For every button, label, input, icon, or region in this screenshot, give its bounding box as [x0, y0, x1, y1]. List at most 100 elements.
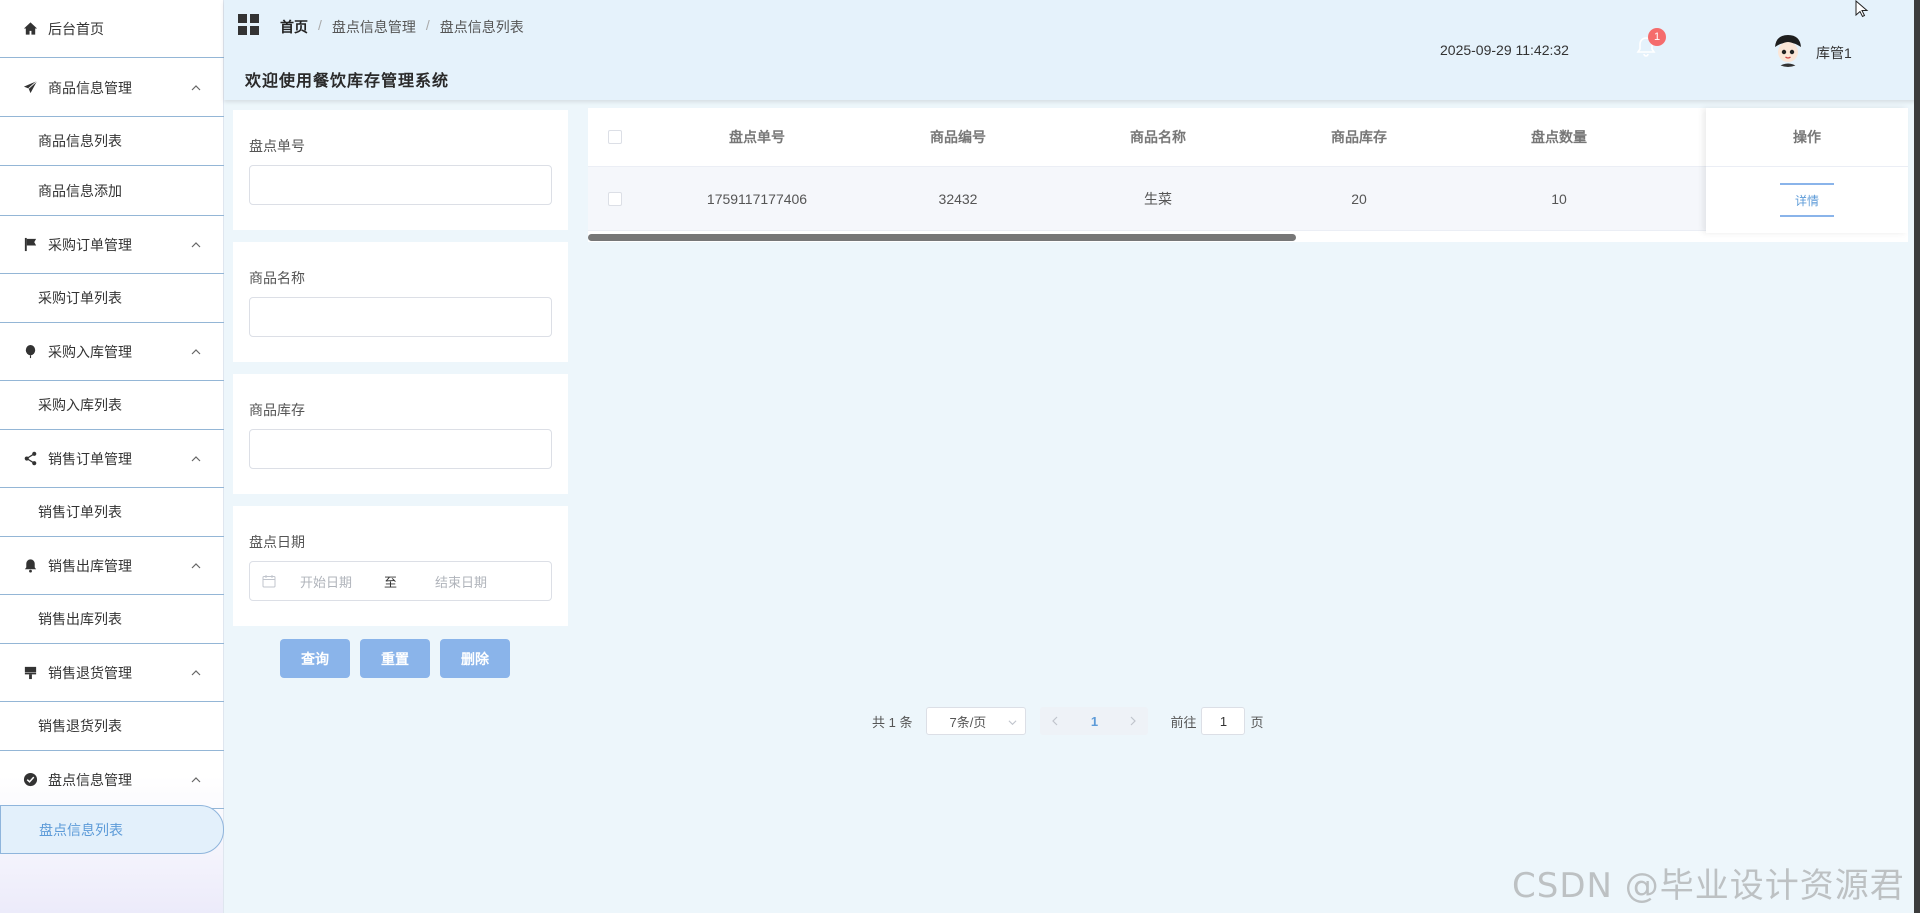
cell-goods-no: 32432 [938, 190, 978, 207]
detail-button[interactable]: 详情 [1780, 183, 1834, 217]
paper-plane-icon [22, 80, 38, 96]
breadcrumb-separator: / [318, 17, 322, 33]
delete-button[interactable]: 删除 [440, 639, 510, 678]
sidebar-group-inventory-check[interactable]: 盘点信息管理 [0, 751, 224, 809]
fixed-operations-column: 操作 详情 [1706, 108, 1908, 233]
row-checkbox[interactable] [608, 192, 622, 206]
field-label: 盘点单号 [249, 138, 305, 154]
chevron-up-icon [191, 776, 201, 782]
chevron-up-icon [191, 348, 201, 354]
reset-button[interactable]: 重置 [360, 639, 430, 678]
sidebar-item-purchase-order-list[interactable]: 采购订单列表 [0, 274, 224, 323]
breadcrumb-home[interactable]: 首页 [280, 17, 308, 37]
notification-badge: 1 [1648, 28, 1666, 46]
sidebar-item-label: 采购订单列表 [38, 290, 122, 306]
goto-page-input[interactable] [1201, 707, 1246, 735]
chevron-up-icon [191, 669, 201, 675]
breadcrumb-item: 盘点信息列表 [439, 19, 524, 35]
goods-name-input[interactable] [249, 297, 552, 337]
menu-toggle-icon[interactable] [238, 14, 260, 36]
sidebar-item-sales-return-list[interactable]: 销售退货列表 [0, 702, 224, 751]
top-header: 首页 / 盘点信息管理 / 盘点信息列表 欢迎使用餐饮库存管理系统 2025-0… [224, 0, 1920, 100]
chevron-down-icon [1008, 720, 1017, 726]
sidebar-item-label: 销售退货列表 [38, 718, 122, 734]
user-name[interactable]: 库管1 [1816, 43, 1852, 63]
sidebar-group-label: 销售订单管理 [48, 450, 132, 467]
inventory-check-table: 盘点单号 商品编号 商品名称 商品库存 盘点数量 1759117177406 3… [588, 108, 1908, 242]
breadcrumb-item: 盘点信息管理 [331, 19, 416, 35]
page-number-current[interactable]: 1 [1091, 714, 1098, 729]
select-all-checkbox[interactable] [608, 130, 622, 144]
home-icon [22, 21, 38, 37]
sidebar: 后台首页 商品信息管理 商品信息列表 商品信息添加 采购订单管理 采购订单列表 … [0, 0, 224, 913]
column-header: 盘点单号 [729, 129, 785, 145]
sidebar-item-sales-out-list[interactable]: 销售出库列表 [0, 595, 224, 644]
start-date-input[interactable]: 开始日期 [300, 572, 352, 591]
column-header: 盘点数量 [1531, 129, 1587, 145]
sidebar-group-purchase-order[interactable]: 采购订单管理 [0, 216, 224, 274]
end-date-input[interactable]: 结束日期 [435, 572, 487, 591]
current-datetime: 2025-09-29 11:42:32 [1440, 42, 1569, 58]
sidebar-group-label: 采购入库管理 [48, 343, 132, 360]
watermark: CSDN @毕业设计资源君 [1512, 866, 1905, 906]
column-header: 操作 [1706, 108, 1908, 167]
field-label: 盘点日期 [249, 534, 305, 550]
breadcrumb-separator: / [425, 17, 430, 33]
sidebar-group-sales-out[interactable]: 销售出库管理 [0, 537, 224, 595]
sidebar-group-label: 商品信息管理 [48, 79, 132, 96]
chevron-up-icon [191, 562, 201, 568]
sidebar-item-goods-add[interactable]: 商品信息添加 [0, 167, 224, 216]
page-size-value: 7条/页 [949, 714, 987, 730]
search-field-stock: 商品库存 [233, 374, 568, 494]
sidebar-group-sales-return[interactable]: 销售退货管理 [0, 644, 224, 702]
page-size-select[interactable]: 7条/页 [926, 707, 1027, 735]
prev-page-icon[interactable] [1050, 716, 1060, 726]
sidebar-group-purchase-in[interactable]: 采购入库管理 [0, 323, 224, 381]
sidebar-item-home[interactable]: 后台首页 [0, 0, 224, 58]
sidebar-item-label: 盘点信息列表 [39, 821, 123, 838]
stock-input[interactable] [249, 429, 552, 469]
chevron-up-icon [191, 84, 201, 90]
sidebar-item-inventory-check-list[interactable]: 盘点信息列表 [0, 805, 224, 854]
sidebar-item-purchase-in-list[interactable]: 采购入库列表 [0, 381, 224, 430]
goto-label: 前往 [1170, 714, 1197, 730]
sidebar-item-goods-list[interactable]: 商品信息列表 [0, 117, 224, 166]
column-header: 商品编号 [930, 129, 986, 145]
query-button[interactable]: 查询 [280, 639, 350, 678]
date-range-picker[interactable]: 开始日期 至 结束日期 [249, 561, 552, 601]
brush-icon [22, 665, 38, 681]
sidebar-item-label: 销售订单列表 [38, 504, 122, 520]
sidebar-item-label: 采购入库列表 [38, 397, 122, 413]
date-range-separator: 至 [384, 574, 398, 590]
share-icon [22, 451, 38, 467]
bell-icon [22, 558, 38, 574]
search-field-goods-name: 商品名称 [233, 242, 568, 362]
page-navigator: 1 [1040, 707, 1149, 735]
mouse-cursor-icon [1855, 0, 1869, 18]
field-label: 商品名称 [249, 270, 305, 286]
sidebar-item-sales-order-list[interactable]: 销售订单列表 [0, 488, 224, 537]
pagination: 共 1 条 7条/页 1 前往 页 [872, 707, 1264, 735]
cell-order-no: 1759117177406 [706, 190, 808, 207]
horizontal-scrollbar[interactable] [588, 234, 1296, 241]
order-no-input[interactable] [249, 165, 552, 205]
balloon-icon [22, 344, 38, 360]
sidebar-group-label: 销售出库管理 [48, 557, 132, 574]
cell-goods-name: 生菜 [1144, 190, 1172, 207]
sidebar-item-label: 商品信息添加 [38, 183, 122, 199]
next-page-icon[interactable] [1128, 716, 1138, 726]
window-edge [1914, 0, 1920, 913]
sidebar-group-label: 采购订单管理 [48, 236, 132, 253]
pagination-total: 共 1 条 [872, 714, 913, 730]
avatar[interactable] [1770, 31, 1806, 67]
sidebar-item-label: 后台首页 [48, 20, 104, 37]
sidebar-item-label: 商品信息列表 [38, 133, 122, 149]
page-suffix-label: 页 [1250, 714, 1264, 730]
cell-count: 10 [1551, 190, 1567, 207]
sidebar-group-label: 盘点信息管理 [48, 771, 132, 788]
flag-icon [22, 237, 38, 253]
welcome-title: 欢迎使用餐饮库存管理系统 [245, 73, 450, 90]
sidebar-group-goods[interactable]: 商品信息管理 [0, 59, 224, 117]
sidebar-group-sales-order[interactable]: 销售订单管理 [0, 430, 224, 488]
sidebar-group-label: 销售退货管理 [48, 664, 132, 681]
